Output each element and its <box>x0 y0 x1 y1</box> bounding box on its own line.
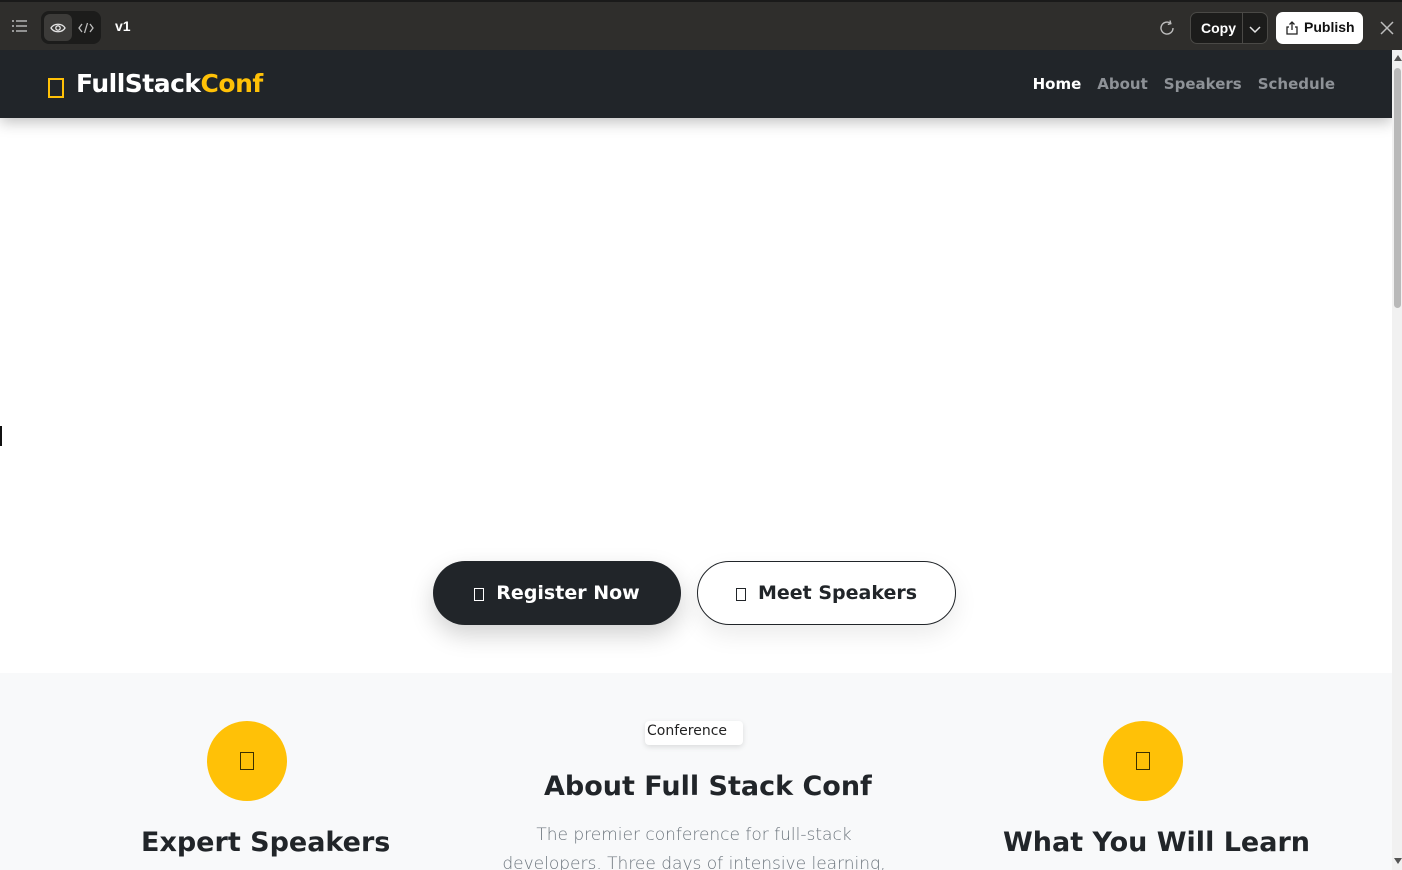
text-cursor <box>0 426 2 446</box>
about-title: About Full Stack Conf <box>544 771 872 802</box>
register-label: Register Now <box>496 582 640 604</box>
brand-name-part2: Conf <box>200 69 264 98</box>
users-icon <box>735 588 746 601</box>
page-scrollbar[interactable] <box>1392 50 1402 870</box>
hero-actions: Register Now Meet Speakers <box>433 561 956 625</box>
copy-button-group: Copy <box>1190 12 1268 44</box>
meet-speakers-label: Meet Speakers <box>757 582 918 604</box>
register-button[interactable]: Register Now <box>433 561 681 625</box>
copy-button[interactable]: Copy <box>1201 20 1236 36</box>
feature-title-learn: What You Will Learn <box>1003 827 1310 858</box>
publish-button[interactable]: Publish <box>1276 12 1363 44</box>
nav-schedule[interactable]: Schedule <box>1258 75 1335 93</box>
speakers-feature-icon <box>207 721 287 801</box>
site-navbar: FullStack Conf Home About Speakers Schedu… <box>0 50 1392 118</box>
refresh-icon[interactable] <box>1156 17 1178 39</box>
editor-toolbar: v1 Copy Publish <box>0 0 1402 50</box>
brand-name-part1: FullStack <box>76 69 201 98</box>
site-preview: FullStack Conf Home About Speakers Schedu… <box>0 50 1392 870</box>
nav-home[interactable]: Home <box>1033 75 1082 93</box>
brand-icon <box>48 77 64 98</box>
nav-about[interactable]: About <box>1097 75 1148 93</box>
list-icon[interactable] <box>10 16 30 36</box>
about-description: The premier conference for full-stack de… <box>502 825 886 870</box>
view-mode-toggle <box>41 11 101 44</box>
copy-divider <box>1242 13 1243 43</box>
conference-image: Conference <box>645 721 743 745</box>
ticket-icon <box>474 588 485 601</box>
chevron-down-icon[interactable] <box>1246 20 1264 38</box>
version-label: v1 <box>115 18 131 34</box>
feature-title-speakers: Expert Speakers <box>141 827 391 858</box>
brand-logo[interactable]: FullStack Conf <box>48 69 263 98</box>
features-section: Expert Speakers Conference About Full St… <box>0 673 1392 870</box>
scroll-down-arrow-icon[interactable] <box>1394 858 1402 864</box>
publish-label: Publish <box>1304 19 1355 35</box>
learn-feature-icon <box>1103 721 1183 801</box>
nav-speakers[interactable]: Speakers <box>1164 75 1242 93</box>
microphone-icon <box>240 752 254 770</box>
scroll-up-arrow-icon[interactable] <box>1394 55 1402 61</box>
nav-links: Home About Speakers Schedule <box>1033 75 1335 93</box>
share-icon <box>1285 20 1299 35</box>
eye-icon[interactable] <box>44 14 72 41</box>
meet-speakers-button[interactable]: Meet Speakers <box>697 561 956 625</box>
lightbulb-icon <box>1136 752 1150 770</box>
scrollbar-thumb[interactable] <box>1394 68 1401 308</box>
code-icon[interactable] <box>72 14 100 41</box>
close-icon[interactable] <box>1376 17 1398 39</box>
